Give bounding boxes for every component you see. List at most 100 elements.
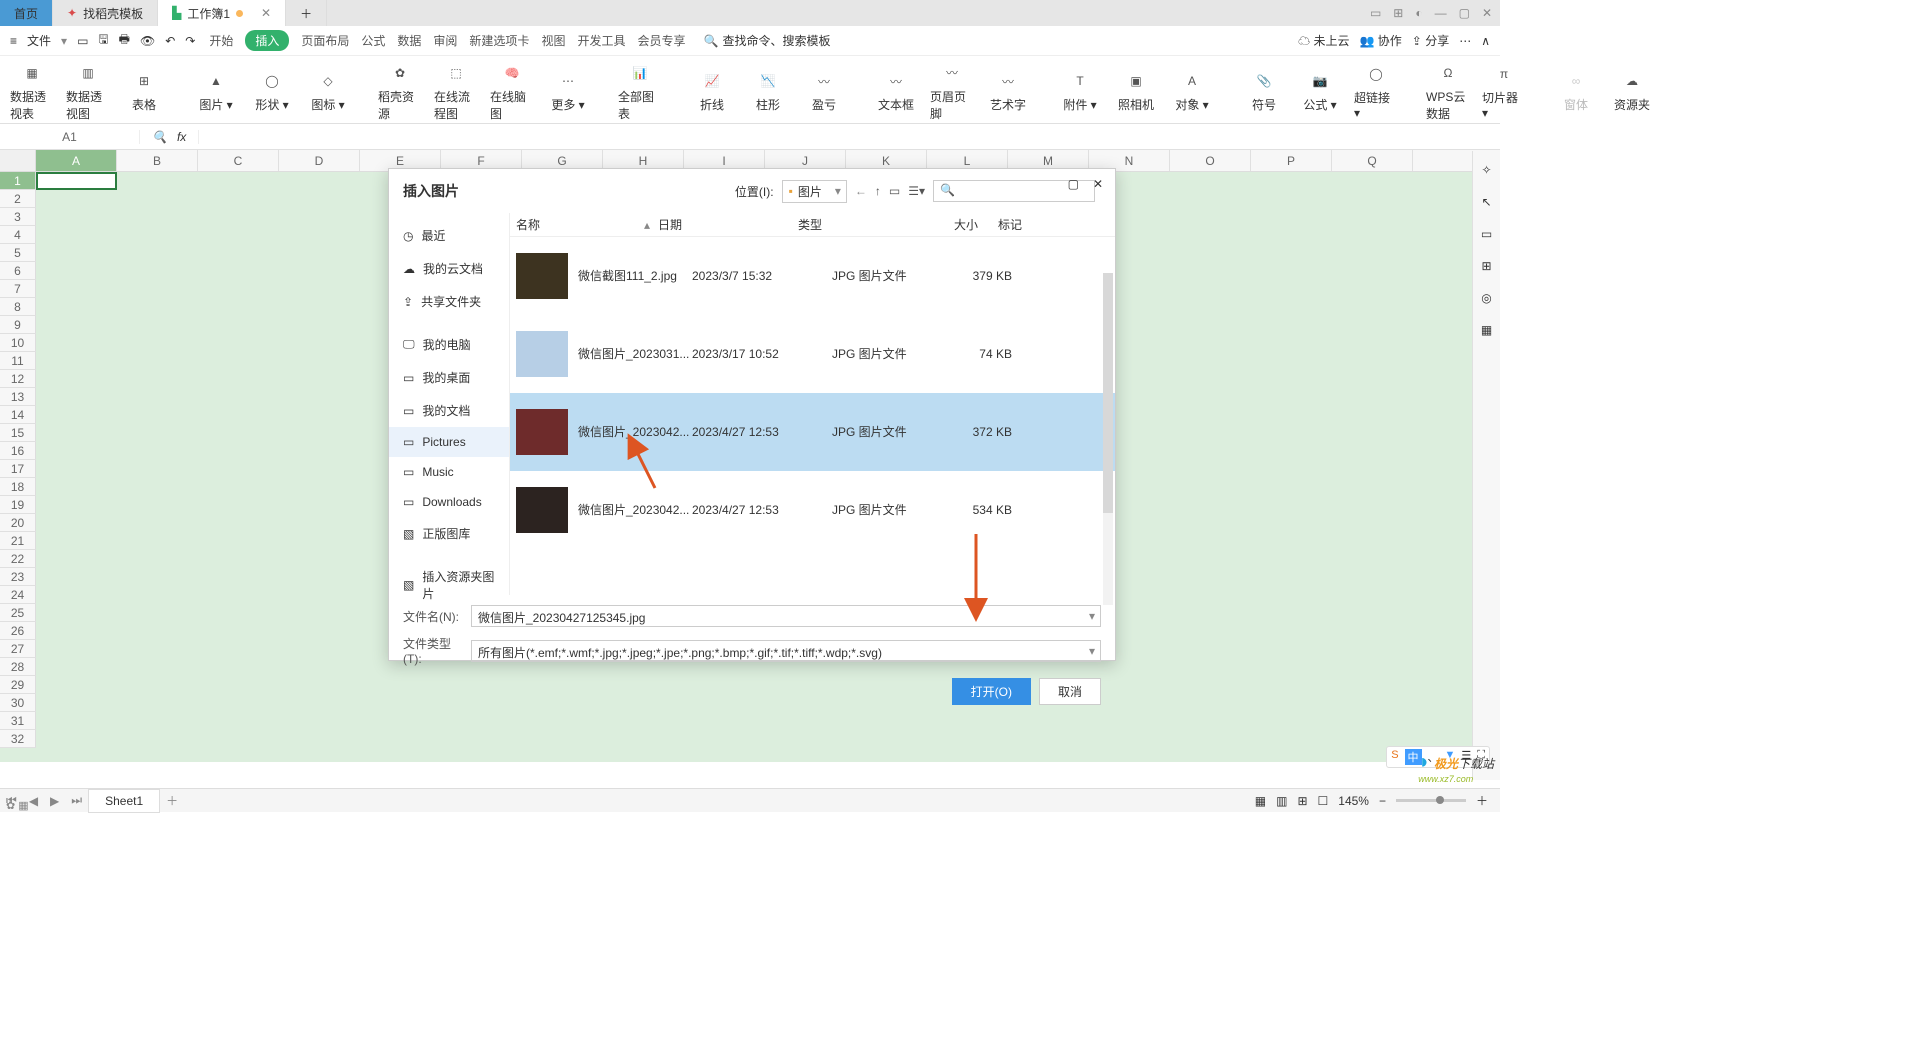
- ribbon-稻壳资源[interactable]: ✿稻壳资源: [378, 62, 422, 122]
- row-header[interactable]: 16: [0, 442, 36, 460]
- ribbon-在线脑图[interactable]: 🧠在线脑图: [490, 62, 534, 122]
- user-icon[interactable]: ◐: [1415, 6, 1422, 20]
- sheet-nav-next[interactable]: ▶: [44, 794, 65, 808]
- panel-icon[interactable]: ✧: [1481, 163, 1491, 177]
- redo-icon[interactable]: ↷: [185, 34, 195, 48]
- col-header[interactable]: O: [1170, 150, 1251, 171]
- row-header[interactable]: 9: [0, 316, 36, 334]
- row-header[interactable]: 13: [0, 388, 36, 406]
- menu-tab[interactable]: 开发工具: [577, 32, 625, 49]
- back-icon[interactable]: ←: [855, 184, 867, 198]
- file-menu[interactable]: 文件: [27, 32, 51, 49]
- location-select[interactable]: ▪图片: [782, 180, 847, 203]
- sidebar-插入资源夹图片[interactable]: ▧插入资源夹图片: [389, 560, 509, 610]
- row-header[interactable]: 10: [0, 334, 36, 352]
- hamburger-icon[interactable]: ≡: [10, 34, 17, 48]
- new-tab[interactable]: ＋: [286, 0, 327, 26]
- scrollbar-thumb[interactable]: [1103, 273, 1113, 513]
- ribbon-折线[interactable]: 📈折线: [690, 70, 734, 113]
- row-header[interactable]: 17: [0, 460, 36, 478]
- ribbon-图标[interactable]: ◇图标 ▾: [306, 70, 350, 113]
- menu-tab[interactable]: 插入: [245, 30, 289, 51]
- view-page[interactable]: ▥: [1276, 794, 1287, 808]
- ribbon-数据透视表[interactable]: ▦数据透视表: [10, 62, 54, 122]
- close-tab[interactable]: ✕: [261, 6, 271, 20]
- row-header[interactable]: 2: [0, 190, 36, 208]
- zoom-slider[interactable]: [1396, 799, 1466, 802]
- ribbon-超链接[interactable]: ◯超链接 ▾: [1354, 63, 1398, 120]
- view-break[interactable]: ☐: [1318, 794, 1329, 808]
- col-header[interactable]: B: [117, 150, 198, 171]
- ribbon-符号[interactable]: 📎符号: [1242, 70, 1286, 113]
- row-header[interactable]: 12: [0, 370, 36, 388]
- chevron-icon[interactable]: ∧: [1481, 34, 1490, 48]
- menu-tab[interactable]: 审阅: [433, 32, 457, 49]
- command-search[interactable]: 🔍 查找命令、搜索模板: [703, 32, 830, 49]
- filetype-select[interactable]: 所有图片(*.emf;*.wmf;*.jpg;*.jpeg;*.jpe;*.pn…: [471, 640, 1101, 662]
- col-name[interactable]: 名称: [516, 216, 644, 233]
- sidebar-我的云文档[interactable]: ☁我的云文档: [389, 252, 509, 285]
- cloud-status[interactable]: ☁ 未上云: [1298, 32, 1349, 49]
- ribbon-艺术字[interactable]: 〰艺术字: [986, 70, 1030, 113]
- open-button[interactable]: 打开(O): [952, 678, 1031, 705]
- row-header[interactable]: 7: [0, 280, 36, 298]
- row-header[interactable]: 29: [0, 676, 36, 694]
- apps-icon[interactable]: ⊞: [1393, 6, 1403, 20]
- tab-home[interactable]: 首页: [0, 0, 53, 26]
- row-header[interactable]: 18: [0, 478, 36, 496]
- sheet-tab[interactable]: Sheet1: [88, 789, 160, 813]
- cancel-button[interactable]: 取消: [1039, 678, 1101, 705]
- status-icon[interactable]: ✿ ▦: [6, 799, 29, 812]
- panel-icon[interactable]: ▦: [1481, 323, 1492, 337]
- col-size[interactable]: 大小: [906, 216, 978, 233]
- row-header[interactable]: 28: [0, 658, 36, 676]
- col-header[interactable]: P: [1251, 150, 1332, 171]
- dialog-min[interactable]: ▢: [1068, 177, 1079, 191]
- row-header[interactable]: 27: [0, 640, 36, 658]
- row-header[interactable]: 22: [0, 550, 36, 568]
- ribbon-窗体[interactable]: ∞窗体: [1554, 70, 1598, 113]
- collab[interactable]: 👥 协作: [1360, 32, 1402, 49]
- row-header[interactable]: 1: [0, 172, 36, 190]
- close-icon[interactable]: ✕: [1482, 6, 1492, 20]
- zoom-value[interactable]: 145%: [1338, 794, 1369, 808]
- row-header[interactable]: 31: [0, 712, 36, 730]
- col-header[interactable]: C: [198, 150, 279, 171]
- ribbon-盈亏[interactable]: 〰盈亏: [802, 70, 846, 113]
- file-row[interactable]: 微信截图111_2.jpg2023/3/7 15:32JPG 图片文件379 K…: [510, 237, 1115, 315]
- row-header[interactable]: 19: [0, 496, 36, 514]
- row-header[interactable]: 11: [0, 352, 36, 370]
- sidebar-Downloads[interactable]: ▭Downloads: [389, 487, 509, 517]
- row-header[interactable]: 14: [0, 406, 36, 424]
- row-header[interactable]: 6: [0, 262, 36, 280]
- ribbon-全部图表[interactable]: 📊全部图表: [618, 62, 662, 122]
- maximize-icon[interactable]: ▢: [1459, 6, 1470, 20]
- col-type[interactable]: 类型: [798, 216, 906, 233]
- sidebar-我的电脑[interactable]: 🖵我的电脑: [389, 328, 509, 361]
- open-icon[interactable]: ▭: [77, 34, 88, 48]
- menu-tab[interactable]: 公式: [361, 32, 385, 49]
- col-header[interactable]: Q: [1332, 150, 1413, 171]
- name-box[interactable]: A1: [0, 130, 140, 144]
- sidebar-我的桌面[interactable]: ▭我的桌面: [389, 361, 509, 394]
- ribbon-在线流程图[interactable]: ⬚在线流程图: [434, 62, 478, 122]
- row-header[interactable]: 24: [0, 586, 36, 604]
- ribbon-柱形[interactable]: 📉柱形: [746, 70, 790, 113]
- scrollbar[interactable]: [1103, 273, 1113, 605]
- col-header[interactable]: A: [36, 150, 117, 171]
- filename-input[interactable]: 微信图片_20230427125345.jpg: [471, 605, 1101, 627]
- row-header[interactable]: 8: [0, 298, 36, 316]
- menu-tab[interactable]: 开始: [209, 32, 233, 49]
- ribbon-附件[interactable]: T附件 ▾: [1058, 70, 1102, 113]
- menu-tab[interactable]: 会员专享: [637, 32, 685, 49]
- view-icon[interactable]: ☰▾: [908, 184, 925, 198]
- row-header[interactable]: 15: [0, 424, 36, 442]
- save-icon[interactable]: 🖫: [98, 30, 108, 51]
- sidebar-正版图库[interactable]: ▧正版图库: [389, 517, 509, 550]
- sidebar-Music[interactable]: ▭Music: [389, 457, 509, 487]
- ribbon-文本框[interactable]: 〰文本框: [874, 70, 918, 113]
- select-all-corner[interactable]: [0, 150, 36, 172]
- print-icon[interactable]: 🖶: [119, 30, 130, 51]
- row-header[interactable]: 5: [0, 244, 36, 262]
- row-header[interactable]: 30: [0, 694, 36, 712]
